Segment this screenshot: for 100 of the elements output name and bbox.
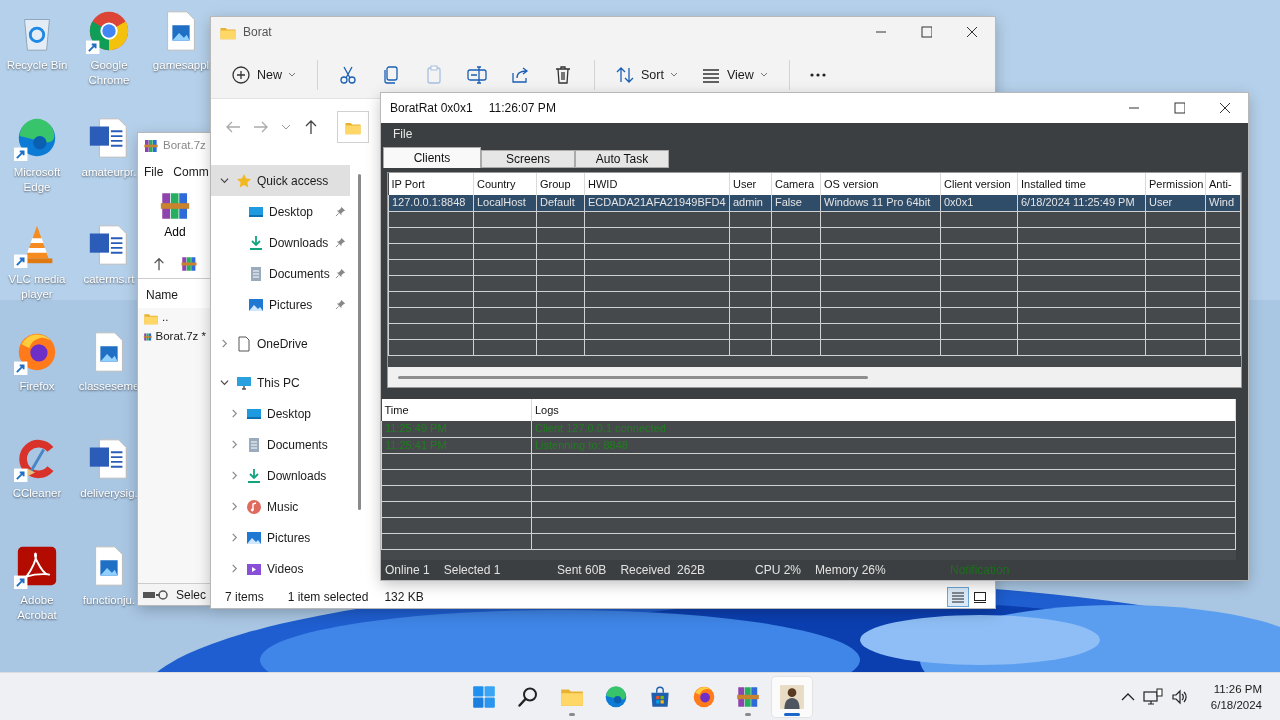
sidebar-item[interactable]: Downloads bbox=[211, 227, 350, 258]
status-text: 7 items bbox=[225, 589, 264, 606]
table-cell: Default bbox=[536, 195, 585, 211]
sidebar-item[interactable]: OneDrive bbox=[211, 328, 350, 359]
chevron-icon[interactable] bbox=[219, 378, 229, 387]
window-title: Borat bbox=[243, 24, 272, 41]
sort-icon bbox=[615, 65, 635, 85]
maximize-icon bbox=[920, 26, 932, 38]
rename-icon bbox=[467, 65, 487, 85]
monitor-icon bbox=[236, 374, 252, 391]
icon-label: gamesappl bbox=[152, 58, 210, 73]
menu-item[interactable]: File bbox=[393, 125, 413, 143]
music-icon bbox=[246, 498, 262, 515]
archive-icon[interactable] bbox=[180, 254, 198, 273]
sidebar-item[interactable]: Documents bbox=[211, 258, 350, 289]
status-text: 132 KB bbox=[384, 589, 424, 606]
clock-text: 11:26:07 PM bbox=[488, 100, 556, 117]
picture-icon bbox=[248, 296, 264, 313]
icon-label: CCleaner bbox=[12, 486, 62, 501]
icon-label: Recycle Bin bbox=[6, 58, 68, 73]
archive-icon bbox=[735, 684, 761, 710]
column-header[interactable]: Installed time bbox=[1017, 173, 1146, 195]
icon-label: deliverysig. bbox=[80, 486, 138, 501]
tab[interactable]: Clients bbox=[383, 147, 481, 168]
icon-label: VLC media player bbox=[7, 272, 67, 302]
plus-icon bbox=[231, 65, 251, 85]
clock-time[interactable]: 11:26 PM bbox=[1213, 680, 1262, 697]
scrollbar[interactable] bbox=[398, 375, 868, 379]
archive-icon bbox=[143, 138, 159, 154]
clock-date[interactable]: 6/18/2024 bbox=[1210, 696, 1262, 713]
icon-label: amateurpr. bbox=[81, 165, 137, 180]
speaker-icon[interactable] bbox=[1170, 688, 1189, 705]
new-button[interactable]: New bbox=[223, 58, 304, 92]
column-header[interactable]: Group bbox=[536, 173, 585, 195]
caret-icon[interactable] bbox=[281, 122, 291, 131]
search-icon bbox=[516, 685, 540, 709]
icon-label: classeseme bbox=[78, 379, 140, 394]
list-icon bbox=[951, 591, 965, 603]
sort-button[interactable]: Sort bbox=[607, 58, 686, 92]
column-header[interactable]: Country bbox=[473, 173, 537, 195]
table-cell: False bbox=[771, 195, 821, 211]
sidebar-item[interactable]: Desktop bbox=[211, 196, 350, 227]
tab[interactable]: Screens bbox=[481, 150, 575, 168]
share-icon bbox=[510, 65, 530, 85]
view-button[interactable]: View bbox=[692, 58, 776, 92]
status-text: 1 item selected bbox=[287, 589, 369, 606]
sidebar-item[interactable]: Pictures bbox=[211, 522, 350, 553]
menu-item[interactable]: Comm bbox=[173, 163, 209, 181]
caret-icon bbox=[759, 72, 768, 78]
column-header[interactable]: Client version bbox=[940, 173, 1018, 195]
sidebar-item[interactable]: This PC bbox=[211, 367, 350, 398]
column-header[interactable]: HWID bbox=[584, 173, 730, 195]
column-header[interactable]: Anti- bbox=[1205, 173, 1241, 195]
sidebar-item[interactable]: Desktop bbox=[211, 398, 350, 429]
window-title: Borat.7z bbox=[163, 138, 206, 154]
column-header[interactable]: User bbox=[729, 173, 772, 195]
icon-label: Firefox bbox=[19, 379, 55, 394]
browser-icon bbox=[603, 684, 629, 710]
caret-icon bbox=[288, 72, 296, 78]
column-header[interactable]: Name bbox=[138, 279, 211, 308]
chevron-up-icon[interactable] bbox=[1120, 691, 1135, 702]
file-row[interactable]: .. bbox=[138, 308, 211, 328]
column-header[interactable]: Logs bbox=[531, 399, 1236, 421]
file-row[interactable]: Borat.7z * bbox=[138, 327, 211, 347]
icon-label: Google Chrome bbox=[87, 58, 131, 88]
sidebar-item[interactable]: Music bbox=[211, 491, 350, 522]
sidebar-item[interactable]: Pictures bbox=[211, 289, 350, 320]
column-header[interactable]: Permission bbox=[1145, 173, 1206, 195]
start-icon bbox=[471, 684, 497, 710]
table-cell: Wind bbox=[1205, 195, 1241, 211]
column-header[interactable]: OS version bbox=[820, 173, 941, 195]
window-title: BoratRat 0x0x1 bbox=[390, 100, 473, 117]
column-header[interactable]: Time bbox=[381, 399, 532, 421]
icon-label: functionju. bbox=[82, 593, 136, 608]
copy-icon bbox=[381, 65, 401, 85]
menu-item[interactable]: File bbox=[144, 163, 164, 181]
browser-icon bbox=[691, 684, 717, 710]
status-text: Online 1 bbox=[385, 562, 430, 579]
status-text: Selected 1 bbox=[443, 562, 501, 579]
table-cell: LocalHost bbox=[473, 195, 537, 211]
sidebar-item[interactable]: Videos bbox=[211, 553, 350, 584]
chevron-icon[interactable] bbox=[219, 176, 229, 185]
up-arrow-icon[interactable] bbox=[152, 256, 166, 271]
column-header[interactable]: IP Port bbox=[388, 173, 474, 195]
sidebar-item[interactable]: Downloads bbox=[211, 460, 350, 491]
scissors-icon bbox=[338, 65, 358, 85]
maximize-icon bbox=[1173, 102, 1185, 114]
tab[interactable]: Auto Task bbox=[575, 150, 669, 168]
scrollbar[interactable] bbox=[358, 174, 361, 510]
up-arrow-icon[interactable] bbox=[303, 118, 319, 135]
document-icon bbox=[246, 436, 262, 453]
network-icon[interactable] bbox=[1142, 687, 1163, 706]
sidebar-item[interactable]: Documents bbox=[211, 429, 350, 460]
status-text: Received 262B bbox=[620, 562, 706, 579]
status-text: Sent 60B bbox=[557, 562, 607, 579]
table-cell: User bbox=[1145, 195, 1206, 211]
column-header[interactable]: Camera bbox=[771, 173, 821, 195]
table-cell: 0x0x1 bbox=[940, 195, 1018, 211]
taskbar-button[interactable] bbox=[772, 677, 812, 717]
sidebar-item[interactable]: Quick access bbox=[211, 165, 350, 196]
